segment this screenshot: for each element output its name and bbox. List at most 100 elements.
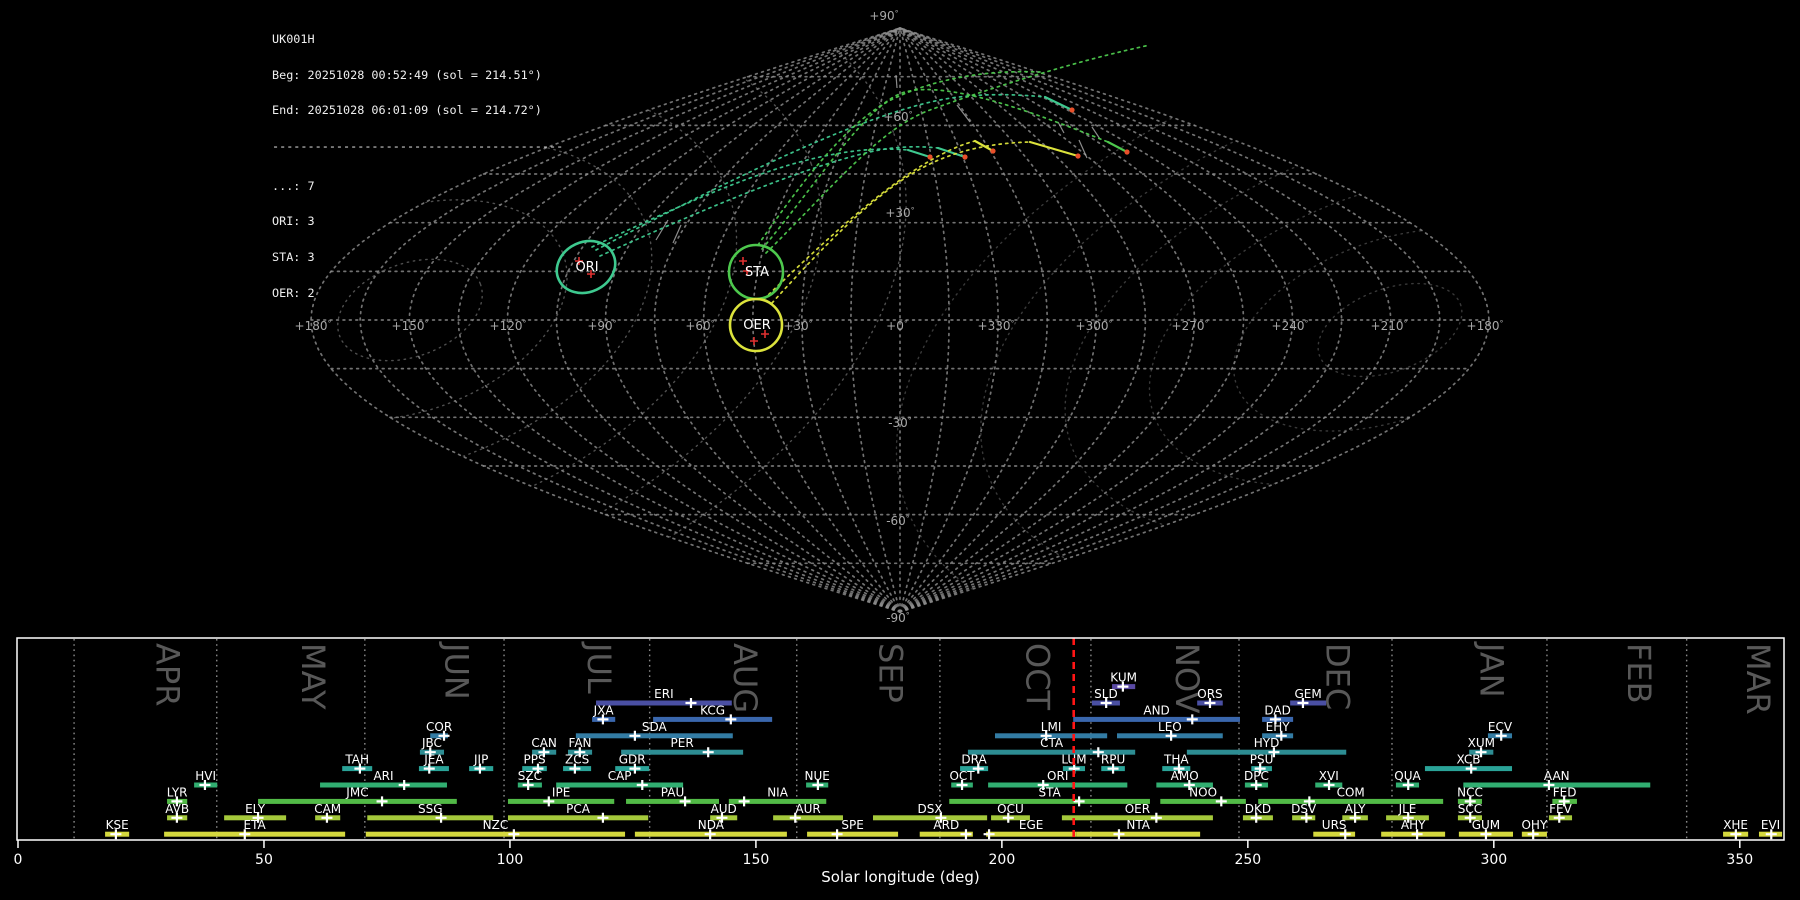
shower-label-jbc: JBC bbox=[421, 736, 442, 750]
shower-szc: SZC bbox=[518, 769, 542, 790]
shower-rpu: RPU bbox=[1101, 753, 1125, 774]
shower-bar-ari bbox=[320, 782, 447, 788]
month-label-sep: SEP bbox=[871, 643, 909, 703]
lat-label: -30° bbox=[888, 416, 912, 430]
shower-bar-sda bbox=[575, 733, 733, 739]
shower-label-per: PER bbox=[671, 736, 694, 750]
shower-ege: EGE bbox=[983, 818, 1077, 840]
shower-peak-marker bbox=[597, 812, 609, 823]
month-label-dec: DEC bbox=[1318, 643, 1356, 710]
shower-bar-noo bbox=[1160, 798, 1246, 804]
shower-label-dsx: DSX bbox=[918, 802, 943, 816]
shower-peak-marker bbox=[508, 829, 520, 840]
lon-label: +270° bbox=[1172, 319, 1209, 333]
shower-dsv: DSV bbox=[1291, 802, 1317, 823]
shower-label-ipe: IPE bbox=[552, 785, 570, 799]
month-label-aug: AUG bbox=[726, 643, 764, 713]
shower-label-psu: PSU bbox=[1250, 753, 1274, 767]
shower-label-aan: AAN bbox=[1544, 769, 1570, 783]
lon-label: +120° bbox=[490, 319, 527, 333]
lon-label: +210° bbox=[1371, 319, 1408, 333]
shower-peak-marker bbox=[702, 747, 714, 758]
lon-label: +240° bbox=[1272, 319, 1309, 333]
shower-label-cap: CAP bbox=[608, 769, 632, 783]
shower-and: AND bbox=[1073, 703, 1240, 725]
shower-jip: JIP bbox=[469, 753, 494, 774]
shower-label-ari: ARI bbox=[373, 769, 393, 783]
shower-bar-kcg bbox=[653, 716, 773, 722]
shower-bar-ssg bbox=[367, 815, 494, 821]
shower-label-ssg: SSG bbox=[418, 802, 443, 816]
radiant-meteor-mark bbox=[750, 337, 758, 345]
shower-jxa: JXA bbox=[592, 703, 616, 725]
shower-bar-pca bbox=[507, 815, 649, 821]
shower-label-tha: THA bbox=[1163, 753, 1189, 767]
shower-peak-marker bbox=[376, 796, 388, 807]
x-tick-label: 50 bbox=[255, 852, 273, 868]
shower-label-nta: NTA bbox=[1126, 818, 1150, 832]
shower-label-oer: OER bbox=[1125, 802, 1150, 816]
x-tick-label: 0 bbox=[14, 852, 23, 868]
lon-label: +300° bbox=[1076, 319, 1113, 333]
shower-label-dad: DAD bbox=[1264, 703, 1290, 717]
shower-label-jmc: JMC bbox=[345, 785, 368, 799]
shower-cam: CAM bbox=[314, 802, 341, 823]
shower-dkd: DKD bbox=[1242, 802, 1273, 823]
month-label-jul: JUL bbox=[580, 641, 618, 694]
x-tick-label: 200 bbox=[989, 852, 1016, 868]
meteor-endpoint bbox=[1124, 149, 1130, 155]
shower-label-ard: ARD bbox=[933, 818, 959, 832]
shower-label-tah: TAH bbox=[344, 753, 369, 767]
shower-peak-marker bbox=[629, 730, 641, 741]
x-axis-title: Solar longitude (deg) bbox=[821, 868, 979, 886]
lon-label: +60° bbox=[685, 319, 714, 333]
shower-leo: LEO bbox=[1116, 720, 1223, 741]
secondary-grid-arc bbox=[980, 64, 1489, 596]
shower-label-xcb: XCB bbox=[1457, 753, 1481, 767]
shower-peak-marker bbox=[1215, 796, 1227, 807]
month-label-jun: JUN bbox=[437, 641, 475, 700]
shower-label-nda: NDA bbox=[698, 818, 725, 832]
shower-label-pca: PCA bbox=[566, 802, 591, 816]
shower-peak-marker bbox=[636, 780, 648, 790]
x-tick-label: 350 bbox=[1726, 852, 1753, 868]
meteor-endpoint bbox=[1069, 107, 1075, 113]
month-label-may: MAY bbox=[294, 643, 332, 710]
shower-ssg: SSG bbox=[367, 802, 494, 823]
shower-bar-nta bbox=[1076, 831, 1201, 837]
shower-label-amo: AMO bbox=[1171, 769, 1199, 783]
count-oer: OER: 2 bbox=[272, 285, 315, 300]
lon-label: +330° bbox=[978, 319, 1015, 333]
shower-label-ori: ORI bbox=[1047, 769, 1068, 783]
shower-bar-ege bbox=[986, 831, 1077, 837]
shower-label-pps: PPS bbox=[523, 753, 545, 767]
meteor-endpoint bbox=[962, 154, 968, 160]
lon-label: +30° bbox=[783, 319, 812, 333]
sporadic-meteor-track bbox=[655, 219, 669, 241]
radiant-label-oer: OER bbox=[743, 318, 770, 333]
shower-label-hyd: HYD bbox=[1254, 736, 1280, 750]
count-sporadic: ...: 7 bbox=[272, 178, 315, 193]
shower-label-jea: JEA bbox=[423, 753, 444, 767]
shower-peak-marker bbox=[960, 829, 972, 840]
lon-label: +150° bbox=[392, 319, 429, 333]
radiant-meteor-mark bbox=[739, 257, 747, 265]
shower-dpc: DPC bbox=[1244, 769, 1269, 790]
shower-gum: GUM bbox=[1458, 818, 1514, 840]
shower-label-ahy: AHY bbox=[1401, 818, 1426, 832]
shower-label-ege: EGE bbox=[1019, 818, 1043, 832]
shower-peak-marker bbox=[1073, 796, 1085, 807]
shower-bar-nzc bbox=[365, 831, 626, 837]
shower-label-ehy: EHY bbox=[1266, 720, 1291, 734]
month-label-feb: FEB bbox=[1620, 643, 1658, 704]
radiant-label-ori: ORI bbox=[575, 260, 598, 275]
meteor-streak bbox=[1043, 95, 1074, 112]
shower-nue: NUE bbox=[804, 769, 830, 790]
shower-label-ohy: OHY bbox=[1521, 818, 1547, 832]
shower-avb: AVB bbox=[165, 802, 189, 823]
shower-label-urs: URS bbox=[1322, 818, 1347, 832]
shower-label-ely: ELY bbox=[245, 802, 266, 816]
shower-tah: TAH bbox=[342, 753, 373, 774]
lon-label: +0° bbox=[886, 319, 908, 333]
shower-label-dra: DRA bbox=[961, 753, 987, 767]
